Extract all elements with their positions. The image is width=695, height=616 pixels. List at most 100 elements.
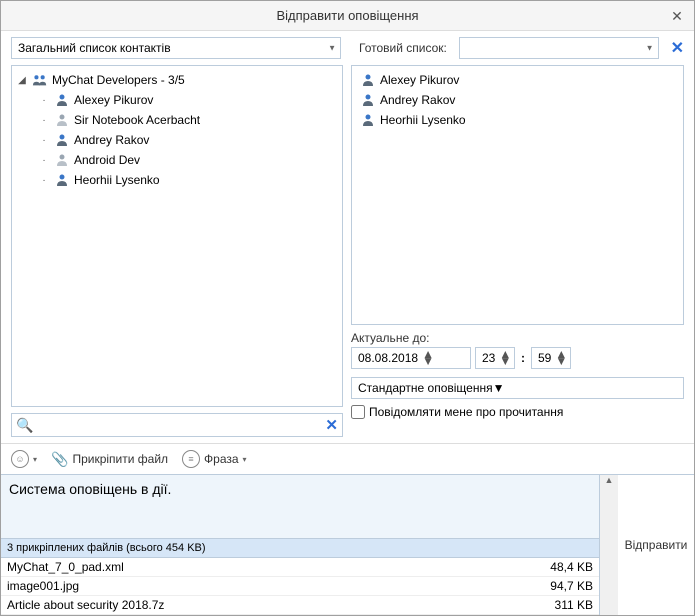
search-field[interactable]: 🔍 ✕ (11, 413, 343, 437)
bullet-icon: · (38, 94, 50, 106)
file-name: MyChat_7_0_pad.xml (7, 560, 124, 574)
contacts-tree[interactable]: ◢ MyChat Developers - 3/5 · Alexey Pikuro… (11, 65, 343, 407)
file-size: 94,7 KB (550, 579, 593, 593)
read-notify-label: Повідомляти мене про прочитання (369, 405, 563, 419)
attach-file-button[interactable]: 📎 Прикріпити файл (51, 451, 168, 468)
person-icon (54, 112, 70, 128)
file-name: Article about security 2018.7z (7, 598, 164, 612)
person-icon (360, 72, 376, 88)
person-icon (54, 152, 70, 168)
contact-item[interactable]: · Alexey Pikurov (16, 90, 338, 110)
message-toolbar: ☺ ▾ 📎 Прикріпити файл ≡ Фраза ▾ (1, 443, 694, 474)
hour-value: 23 (482, 351, 495, 365)
group-name: MyChat Developers - 3/5 (52, 73, 185, 87)
file-size: 48,4 KB (550, 560, 593, 574)
main-panels: ◢ MyChat Developers - 3/5 · Alexey Pikuro… (1, 65, 694, 443)
selected-contact-item[interactable]: Alexey Pikurov (356, 70, 679, 90)
person-icon (360, 92, 376, 108)
chevron-down-icon: ▼ (328, 44, 336, 53)
contact-name: Android Dev (74, 153, 140, 167)
notification-type-dropdown[interactable]: Стандартне оповіщення ▼ (351, 377, 684, 399)
hour-input[interactable]: 23 ▲▼ (475, 347, 515, 369)
hour-spin[interactable]: ▲▼ (499, 351, 509, 365)
search-input[interactable] (37, 414, 325, 436)
send-button[interactable]: Відправити (625, 538, 688, 552)
clear-search-icon[interactable]: ✕ (325, 416, 338, 434)
attachments-header: 3 прикріплених файлів (всього 454 KB) (1, 539, 599, 558)
notification-type-value: Стандартне оповіщення (358, 381, 493, 395)
ready-list-label: Готовий список: (359, 41, 447, 55)
contacts-dropdown[interactable]: Загальний список контактів ▼ (11, 37, 341, 59)
minute-value: 59 (538, 351, 551, 365)
file-name: image001.jpg (7, 579, 79, 593)
clear-ready-list-icon[interactable]: ✕ (671, 38, 684, 58)
person-icon (54, 132, 70, 148)
time-colon: : (519, 351, 527, 365)
phrase-label: Фраза (204, 452, 239, 466)
chevron-down-icon: ▾ (33, 455, 37, 464)
read-notify-row: Повідомляти мене про прочитання (351, 405, 684, 419)
bullet-icon: · (38, 134, 50, 146)
chevron-down-icon: ▼ (646, 44, 654, 53)
send-column: Відправити (618, 475, 694, 615)
chevron-down-icon: ▼ (493, 381, 505, 395)
paperclip-icon: 📎 (51, 451, 68, 468)
scroll-up-icon[interactable]: ▲ (600, 475, 618, 489)
contact-item[interactable]: · Heorhii Lysenko (16, 170, 338, 190)
minute-input[interactable]: 59 ▲▼ (531, 347, 571, 369)
contact-item[interactable]: · Sir Notebook Acerbacht (16, 110, 338, 130)
bullet-icon: · (38, 114, 50, 126)
top-selectors: Загальний список контактів ▼ Готовий спи… (1, 31, 694, 65)
contact-name: Alexey Pikurov (380, 73, 459, 87)
phrase-icon: ≡ (182, 450, 200, 468)
contact-name: Andrey Rakov (74, 133, 149, 147)
contacts-dropdown-value: Загальний список контактів (18, 41, 171, 55)
phrase-button[interactable]: ≡ Фраза ▾ (182, 450, 247, 468)
group-icon (32, 72, 48, 88)
contact-item[interactable]: · Android Dev (16, 150, 338, 170)
selected-contacts-list[interactable]: Alexey Pikurov Andrey Rakov Heorhii Lysenk… (351, 65, 684, 325)
message-left: Система оповіщень в дії. 3 прикріплених … (1, 475, 600, 615)
ready-list-dropdown[interactable]: ▼ (459, 37, 659, 59)
smile-icon: ☺ (11, 450, 29, 468)
left-panel: ◢ MyChat Developers - 3/5 · Alexey Pikuro… (11, 65, 343, 437)
scrollbar[interactable]: ▲ (600, 475, 618, 615)
file-row[interactable]: Article about security 2018.7z 311 KB (1, 596, 599, 615)
right-panel: Alexey Pikurov Andrey Rakov Heorhii Lysenk… (351, 65, 684, 437)
message-text[interactable]: Система оповіщень в дії. (1, 475, 599, 539)
close-icon[interactable]: ✕ (668, 7, 686, 25)
title-bar: Відправити оповіщення ✕ (1, 1, 694, 31)
files-list: MyChat_7_0_pad.xml 48,4 KB image001.jpg 94,… (1, 558, 599, 615)
file-row[interactable]: image001.jpg 94,7 KB (1, 577, 599, 596)
contact-name: Heorhii Lysenko (74, 173, 160, 187)
contact-name: Sir Notebook Acerbacht (74, 113, 200, 127)
person-icon (54, 92, 70, 108)
emoji-button[interactable]: ☺ ▾ (11, 450, 37, 468)
contact-item[interactable]: · Andrey Rakov (16, 130, 338, 150)
message-area: Система оповіщень в дії. 3 прикріплених … (1, 474, 694, 615)
date-input[interactable]: 08.08.2018 ▲▼ (351, 347, 471, 369)
contact-name: Alexey Pikurov (74, 93, 153, 107)
attach-label: Прикріпити файл (72, 452, 168, 466)
person-icon (54, 172, 70, 188)
minute-spin[interactable]: ▲▼ (555, 351, 565, 365)
file-row[interactable]: MyChat_7_0_pad.xml 48,4 KB (1, 558, 599, 577)
contact-name: Heorhii Lysenko (380, 113, 466, 127)
window-title: Відправити оповіщення (276, 8, 418, 23)
selected-contact-item[interactable]: Andrey Rakov (356, 90, 679, 110)
bullet-icon: · (38, 174, 50, 186)
selected-contact-item[interactable]: Heorhii Lysenko (356, 110, 679, 130)
date-time-row: 08.08.2018 ▲▼ 23 ▲▼ : 59 ▲▼ (351, 347, 684, 369)
collapse-icon[interactable]: ◢ (16, 74, 28, 86)
search-icon: 🔍 (16, 417, 33, 434)
read-notify-checkbox[interactable] (351, 405, 365, 419)
chevron-down-icon: ▾ (243, 455, 247, 464)
bullet-icon: · (38, 154, 50, 166)
file-size: 311 KB (555, 598, 593, 612)
person-icon (360, 112, 376, 128)
date-value: 08.08.2018 (358, 351, 418, 365)
valid-until-label: Актуальне до: (351, 331, 684, 345)
contact-name: Andrey Rakov (380, 93, 455, 107)
date-spin[interactable]: ▲▼ (422, 351, 432, 365)
contact-group[interactable]: ◢ MyChat Developers - 3/5 (16, 70, 338, 90)
